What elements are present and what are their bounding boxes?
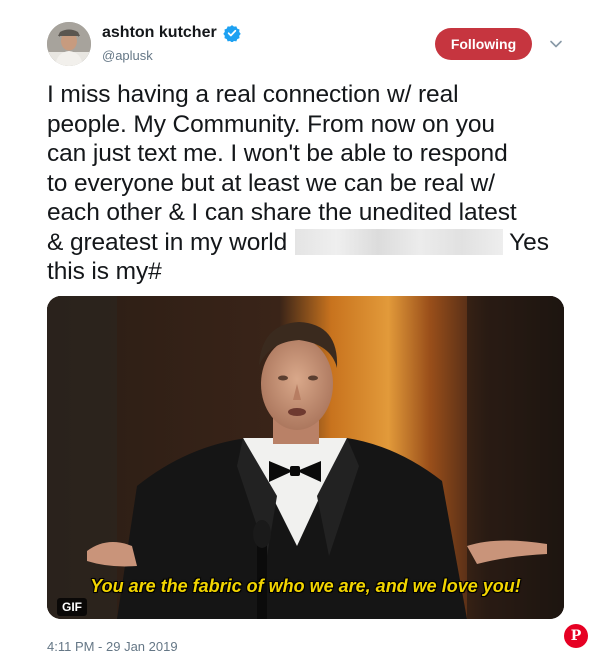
chevron-down-icon bbox=[550, 40, 562, 48]
tweet-text-line: to everyone but at least we can be real … bbox=[47, 169, 495, 197]
tweet-timestamp[interactable]: 4:11 PM - 29 Jan 2019 bbox=[47, 639, 178, 654]
author-display-name[interactable]: ashton kutcher bbox=[102, 24, 217, 42]
following-button[interactable]: Following bbox=[435, 28, 532, 60]
author-handle[interactable]: @aplusk bbox=[102, 48, 153, 63]
tweet-text-fragment: & greatest in my world bbox=[47, 228, 288, 256]
redacted-phone-number bbox=[295, 228, 504, 255]
tweet-text-line: this is my# bbox=[47, 258, 162, 285]
gif-still-image bbox=[47, 296, 564, 619]
gif-badge: GIF bbox=[57, 598, 87, 616]
gif-media[interactable]: You are the fabric of who we are, and we… bbox=[47, 296, 564, 619]
tweet-menu-button[interactable] bbox=[546, 34, 566, 54]
tweet-text-line: & greatest in my world Yes bbox=[47, 228, 575, 258]
author-name-row[interactable]: ashton kutcher bbox=[102, 24, 241, 42]
avatar[interactable] bbox=[47, 22, 91, 66]
tweet-text-line: I miss having a real connection w/ real bbox=[47, 81, 459, 108]
gif-caption: You are the fabric of who we are, and we… bbox=[90, 576, 521, 596]
tweet-card: ashton kutcher @aplusk Following I miss … bbox=[0, 0, 611, 659]
pinterest-icon[interactable]: P bbox=[564, 624, 588, 648]
tweet-text-line: each other & I can share the unedited la… bbox=[47, 199, 517, 226]
tweet-text-line: people. My Community. From now on you bbox=[47, 110, 495, 138]
verified-badge-icon bbox=[222, 25, 241, 42]
user-avatar-icon bbox=[47, 22, 91, 66]
tweet-text-fragment: Yes bbox=[509, 228, 549, 256]
tweet-text: I miss having a real connection w/ real … bbox=[47, 80, 575, 287]
tweet-text-line: can just text me. I won't be able to res… bbox=[47, 140, 508, 167]
